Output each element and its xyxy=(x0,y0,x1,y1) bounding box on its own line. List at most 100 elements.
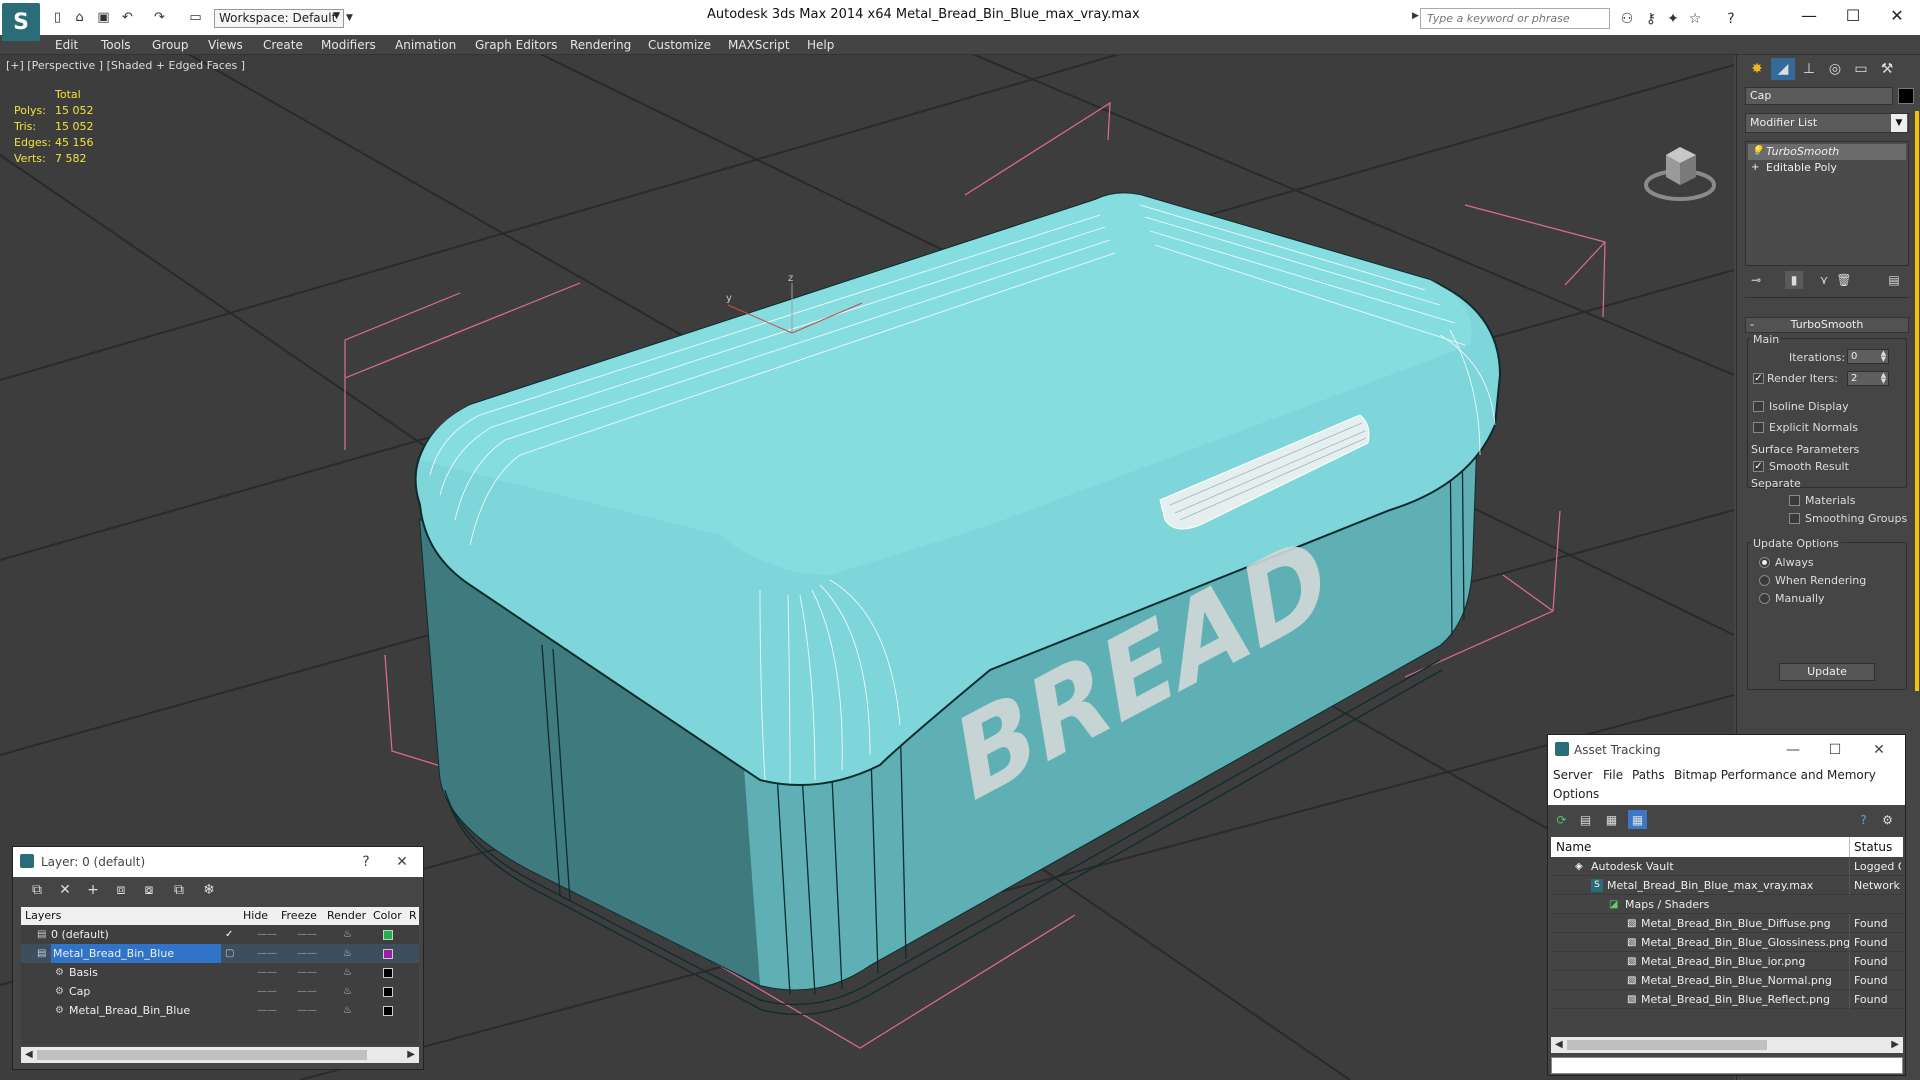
add-to-layer-icon[interactable]: + xyxy=(83,881,103,899)
layer-color-swatch[interactable] xyxy=(383,968,393,978)
make-unique-icon[interactable]: ⋎ xyxy=(1815,271,1833,289)
layer-color-swatch[interactable] xyxy=(383,930,393,940)
command-panel-scrollbar[interactable] xyxy=(1915,111,1919,691)
quick-access-dropdown-icon[interactable]: ▼ xyxy=(346,9,358,28)
close-icon[interactable]: ✕ xyxy=(1874,4,1920,26)
asset-row[interactable]: ◪ Maps / Shaders xyxy=(1551,895,1903,914)
motion-tab-icon[interactable]: ◎ xyxy=(1823,58,1847,80)
scroll-left-icon[interactable]: ◀ xyxy=(1555,1037,1563,1053)
scroll-left-icon[interactable]: ◀ xyxy=(25,1047,33,1063)
spinner-arrows-icon[interactable]: ▲ ▼ xyxy=(1879,372,1888,385)
search-input[interactable] xyxy=(1420,8,1610,29)
turbosmooth-rollout-header[interactable]: - TurboSmooth xyxy=(1745,317,1909,333)
menu-group[interactable]: Group xyxy=(152,35,189,55)
create-tab-icon[interactable]: ✸ xyxy=(1745,58,1769,80)
layer-row[interactable]: ▤ 0 (default) ✓ —— —— ♨ xyxy=(21,925,419,944)
asset-row[interactable]: S Metal_Bread_Bin_Blue_max_vray.max Netw… xyxy=(1551,876,1903,895)
menu-help[interactable]: Help xyxy=(807,35,834,55)
new-file-icon[interactable]: ▯ xyxy=(48,9,67,26)
when-rendering-radio[interactable] xyxy=(1759,575,1770,586)
menu-maxscript[interactable]: MAXScript xyxy=(728,35,790,55)
close-icon[interactable]: ✕ xyxy=(387,851,417,873)
layer-horizontal-scrollbar[interactable]: ◀ ▶ xyxy=(21,1047,419,1063)
menu-animation[interactable]: Animation xyxy=(395,35,456,55)
menu-tools[interactable]: Tools xyxy=(101,35,131,55)
select-objects-icon[interactable]: ⧈ xyxy=(111,881,131,899)
render-teapot-icon[interactable]: ♨ xyxy=(343,925,352,944)
object-color-swatch[interactable] xyxy=(1898,88,1914,104)
stack-item-turbosmooth[interactable]: 💡 TurboSmooth xyxy=(1748,144,1906,160)
maximize-icon[interactable]: ☐ xyxy=(1820,739,1850,761)
stack-item-editable-poly[interactable]: + Editable Poly xyxy=(1748,160,1906,176)
modifier-list-dropdown[interactable]: Modifier List ▼ xyxy=(1745,113,1909,133)
maximize-icon[interactable]: ☐ xyxy=(1830,4,1876,26)
menu-graph-editors[interactable]: Graph Editors xyxy=(475,35,557,55)
layer-row[interactable]: ⚙ Cap —— —— ♨ xyxy=(21,982,419,1001)
configure-modifier-sets-icon[interactable]: ▤ xyxy=(1885,271,1903,289)
always-radio[interactable] xyxy=(1759,557,1770,568)
modify-tab-icon[interactable]: ◢ xyxy=(1771,58,1795,80)
asset-row[interactable]: ▧ Metal_Bread_Bin_Blue_Reflect.png Found xyxy=(1551,990,1903,1009)
table-view-icon[interactable]: ▦ xyxy=(1628,810,1647,829)
asset-tracking-title-bar[interactable]: Asset Tracking — ☐ ✕ xyxy=(1548,735,1905,765)
minimize-icon[interactable]: — xyxy=(1778,739,1808,761)
pin-stack-icon[interactable]: ⊸ xyxy=(1747,271,1765,289)
render-iters-spinner[interactable]: 2 ▲ ▼ xyxy=(1847,371,1889,386)
isoline-display-checkbox[interactable] xyxy=(1753,401,1764,412)
asset-horizontal-scrollbar[interactable]: ◀ ▶ xyxy=(1551,1037,1903,1053)
explicit-normals-checkbox[interactable] xyxy=(1753,422,1764,433)
menu-views[interactable]: Views xyxy=(208,35,243,55)
redo-icon[interactable]: ↷ xyxy=(150,9,169,26)
star-icon[interactable]: ☆ xyxy=(1686,10,1704,28)
col-hide[interactable]: Hide xyxy=(243,909,268,922)
tree-view-icon[interactable]: ▦ xyxy=(1602,810,1621,829)
layer-color-swatch[interactable] xyxy=(383,949,393,959)
close-icon[interactable]: ✕ xyxy=(1864,739,1894,761)
viewcube-icon[interactable] xyxy=(1640,137,1720,207)
layers-icon[interactable]: ⧉ xyxy=(27,881,47,899)
asset-row[interactable]: ▧ Metal_Bread_Bin_Blue_Diffuse.png Found xyxy=(1551,914,1903,933)
scroll-thumb[interactable] xyxy=(37,1050,367,1060)
layer-manager-title-bar[interactable]: Layer: 0 (default) ? ✕ xyxy=(13,847,423,877)
render-teapot-icon[interactable]: ♨ xyxy=(343,963,352,982)
asset-row[interactable]: ◈ Autodesk Vault Logged O xyxy=(1551,857,1903,876)
binoculars-icon[interactable]: ⚇ xyxy=(1618,10,1636,28)
project-folder-icon[interactable]: ▭ xyxy=(186,9,205,26)
layer-row[interactable]: ⚙ Basis —— —— ♨ xyxy=(21,963,419,982)
list-view-icon[interactable]: ▤ xyxy=(1576,810,1595,829)
bread-bin-model[interactable]: BREAD xyxy=(414,192,1502,1016)
col-name[interactable]: Name xyxy=(1556,840,1591,854)
menu-file[interactable]: File xyxy=(1603,768,1623,782)
menu-edit[interactable]: Edit xyxy=(55,35,78,55)
freeze-toggle[interactable]: —— xyxy=(297,963,317,982)
layer-color-swatch[interactable] xyxy=(383,1006,393,1016)
menu-create[interactable]: Create xyxy=(263,35,303,55)
undo-icon[interactable]: ↶ xyxy=(118,9,137,26)
hierarchy-tab-icon[interactable]: ⊥ xyxy=(1797,58,1821,80)
smooth-result-checkbox[interactable]: ✓ xyxy=(1753,461,1764,472)
remove-modifier-icon[interactable]: 🗑 xyxy=(1835,271,1853,289)
asset-row[interactable]: ▧ Metal_Bread_Bin_Blue_Normal.png Found xyxy=(1551,971,1903,990)
workspace-dropdown[interactable]: Workspace: Default ▼ xyxy=(214,9,344,28)
help-icon[interactable]: ? xyxy=(1722,10,1740,28)
hide-all-icon[interactable]: ⧉ xyxy=(169,881,189,899)
manually-radio[interactable] xyxy=(1759,593,1770,604)
hide-toggle[interactable]: —— xyxy=(257,963,277,982)
settings-icon[interactable]: ⚙ xyxy=(1878,810,1897,829)
search-expand-icon[interactable]: ▶ xyxy=(1412,11,1419,21)
col-layers[interactable]: Layers xyxy=(25,909,61,922)
key-icon[interactable]: ⚷ xyxy=(1642,10,1660,28)
freeze-all-icon[interactable]: ❄ xyxy=(199,881,219,899)
satellite-icon[interactable]: ✦ xyxy=(1664,10,1682,28)
render-iters-checkbox[interactable]: ✓ xyxy=(1753,373,1764,384)
open-file-icon[interactable]: ⌂ xyxy=(70,9,89,26)
expand-plus-icon[interactable]: + xyxy=(1751,160,1759,176)
menu-modifiers[interactable]: Modifiers xyxy=(321,35,376,55)
lightbulb-icon[interactable]: 💡 xyxy=(1751,144,1763,160)
minimize-icon[interactable]: — xyxy=(1786,4,1832,26)
layer-color-swatch[interactable] xyxy=(383,987,393,997)
menu-options[interactable]: Options xyxy=(1553,787,1599,801)
hide-toggle[interactable]: —— xyxy=(257,982,277,1001)
refresh-icon[interactable]: ⟳ xyxy=(1552,810,1571,829)
col-r[interactable]: R xyxy=(409,909,417,922)
